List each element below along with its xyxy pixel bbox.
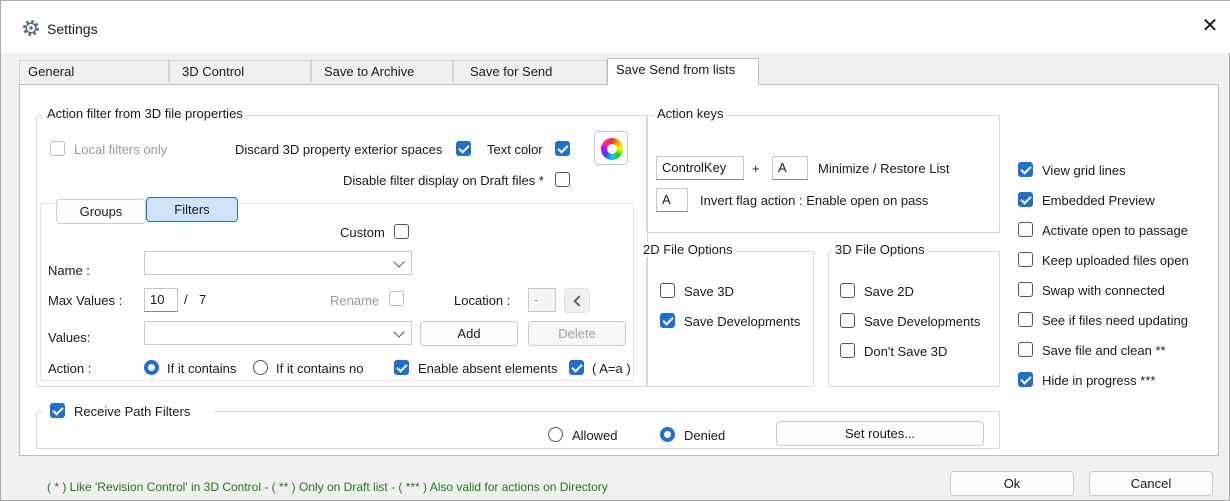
swap-connected-label: Swap with connected	[1042, 283, 1165, 298]
enable-absent-checkbox[interactable]	[394, 360, 409, 375]
color-picker-button[interactable]	[594, 131, 628, 165]
location-field[interactable]: -	[528, 288, 556, 312]
rename-label: Rename	[330, 293, 380, 308]
denied-label: Denied	[684, 428, 726, 443]
save-3d-checkbox[interactable]	[660, 283, 675, 298]
enable-absent-label: Enable absent elements	[418, 361, 558, 376]
chevron-down-icon	[393, 256, 405, 268]
hide-in-progress-checkbox[interactable]	[1018, 372, 1033, 387]
if-contains-radio[interactable]	[144, 360, 159, 375]
denied-radio[interactable]	[660, 427, 675, 442]
3d-file-options-legend: 3D File Options	[832, 242, 928, 257]
key-field[interactable]: A	[772, 156, 808, 180]
save-2d-checkbox[interactable]	[840, 283, 855, 298]
disable-filter-draft-label: Disable filter display on Draft files *	[343, 173, 544, 188]
tab-3d-control[interactable]: 3D Control	[169, 60, 311, 82]
values-dropdown[interactable]	[144, 321, 412, 345]
tab-strip: General 3D Control Save to Archive Save …	[19, 58, 1219, 85]
save-file-clean-label: Save file and clean **	[1042, 343, 1166, 358]
receive-path-filters-label: Receive Path Filters	[74, 404, 191, 419]
invert-key-field[interactable]: A	[656, 188, 688, 212]
max-values-separator: /	[184, 292, 188, 307]
save-developments-3d-checkbox[interactable]	[840, 313, 855, 328]
tab-content-panel: Action filter from 3D file properties Lo…	[19, 84, 1219, 456]
if-contains-no-radio[interactable]	[253, 360, 268, 375]
custom-label: Custom	[340, 225, 385, 240]
discard-spaces-checkbox[interactable]	[456, 141, 471, 156]
minimize-restore-label: Minimize / Restore List	[818, 161, 950, 176]
allowed-label: Allowed	[572, 428, 618, 443]
settings-window: Settings ✕ General 3D Control Save to Ar…	[0, 0, 1230, 501]
location-label: Location :	[454, 293, 511, 308]
save-2d-label: Save 2D	[864, 284, 914, 299]
tab-save-to-archive[interactable]: Save to Archive	[311, 60, 453, 82]
tab-general[interactable]: General	[19, 60, 169, 82]
save-3d-label: Save 3D	[684, 284, 734, 299]
files-need-updating-checkbox[interactable]	[1018, 312, 1033, 327]
invert-flag-label: Invert flag action : Enable open on pass	[700, 193, 929, 208]
hide-in-progress-label: Hide in progress ***	[1042, 373, 1156, 388]
local-filters-checkbox[interactable]	[50, 141, 65, 156]
save-developments-2d-label: Save Developments	[684, 314, 801, 329]
groups-tab-button[interactable]: Groups	[56, 199, 146, 224]
modifier-key-field[interactable]: ControlKey	[656, 156, 744, 180]
max-values-input[interactable]: 10	[144, 288, 178, 312]
action-label: Action :	[48, 361, 92, 376]
values-label: Values:	[48, 330, 91, 345]
view-grid-lines-label: View grid lines	[1042, 163, 1126, 178]
disable-filter-draft-checkbox[interactable]	[555, 172, 570, 187]
chevron-down-icon	[393, 326, 405, 338]
case-insensitive-label: ( A=a )	[592, 361, 631, 376]
embedded-preview-label: Embedded Preview	[1042, 193, 1155, 208]
gear-icon	[23, 20, 39, 36]
footer-note: ( * ) Like 'Revision Control' in 3D Cont…	[47, 480, 608, 494]
action-filter-legend: Action filter from 3D file properties	[44, 106, 246, 121]
plus-sign: +	[752, 161, 760, 176]
text-color-label: Text color	[487, 142, 543, 157]
if-contains-label: If it contains	[167, 361, 237, 376]
embedded-preview-checkbox[interactable]	[1018, 192, 1033, 207]
color-wheel-icon	[601, 138, 623, 160]
files-need-updating-label: See if files need updating	[1042, 313, 1188, 328]
text-color-checkbox[interactable]	[555, 141, 570, 156]
allowed-radio[interactable]	[548, 427, 563, 442]
dont-save-3d-checkbox[interactable]	[840, 343, 855, 358]
2d-file-options-legend: 2D File Options	[640, 242, 736, 257]
title-bar: Settings ✕	[1, 1, 1230, 53]
case-insensitive-checkbox[interactable]	[569, 360, 584, 375]
activate-open-passage-checkbox[interactable]	[1018, 222, 1033, 237]
custom-checkbox[interactable]	[394, 224, 409, 239]
window-title: Settings	[47, 21, 98, 37]
rename-checkbox[interactable]	[389, 291, 404, 306]
save-developments-3d-label: Save Developments	[864, 314, 981, 329]
cancel-button[interactable]: Cancel	[1089, 471, 1213, 496]
set-routes-button[interactable]: Set routes...	[776, 421, 984, 446]
if-contains-no-label: If it contains no	[276, 361, 364, 376]
add-button[interactable]: Add	[420, 321, 518, 346]
save-file-clean-checkbox[interactable]	[1018, 342, 1033, 357]
name-dropdown[interactable]	[144, 251, 412, 275]
swap-connected-checkbox[interactable]	[1018, 282, 1033, 297]
close-icon[interactable]: ✕	[1197, 13, 1223, 39]
receive-path-filters-checkbox[interactable]	[50, 403, 65, 418]
action-keys-legend: Action keys	[654, 106, 727, 121]
max-values-total: 7	[199, 292, 207, 307]
location-back-button[interactable]	[564, 288, 590, 313]
discard-spaces-label: Discard 3D property exterior spaces	[235, 142, 443, 157]
keep-uploaded-open-label: Keep uploaded files open	[1042, 253, 1189, 268]
name-label: Name :	[48, 263, 90, 278]
keep-uploaded-open-checkbox[interactable]	[1018, 252, 1033, 267]
dont-save-3d-label: Don't Save 3D	[864, 344, 948, 359]
ok-button[interactable]: Ok	[950, 471, 1074, 496]
local-filters-label: Local filters only	[74, 142, 168, 157]
save-developments-2d-checkbox[interactable]	[660, 313, 675, 328]
chevron-left-icon	[572, 295, 585, 307]
delete-button[interactable]: Delete	[528, 321, 626, 346]
activate-open-passage-label: Activate open to passage	[1042, 223, 1188, 238]
view-grid-lines-checkbox[interactable]	[1018, 162, 1033, 177]
tab-save-for-send[interactable]: Save for Send	[453, 60, 607, 82]
max-values-label: Max Values :	[48, 293, 123, 308]
filters-tab-button[interactable]: Filters	[146, 197, 238, 222]
tab-save-send-from-lists[interactable]: Save Send from lists	[607, 58, 759, 85]
